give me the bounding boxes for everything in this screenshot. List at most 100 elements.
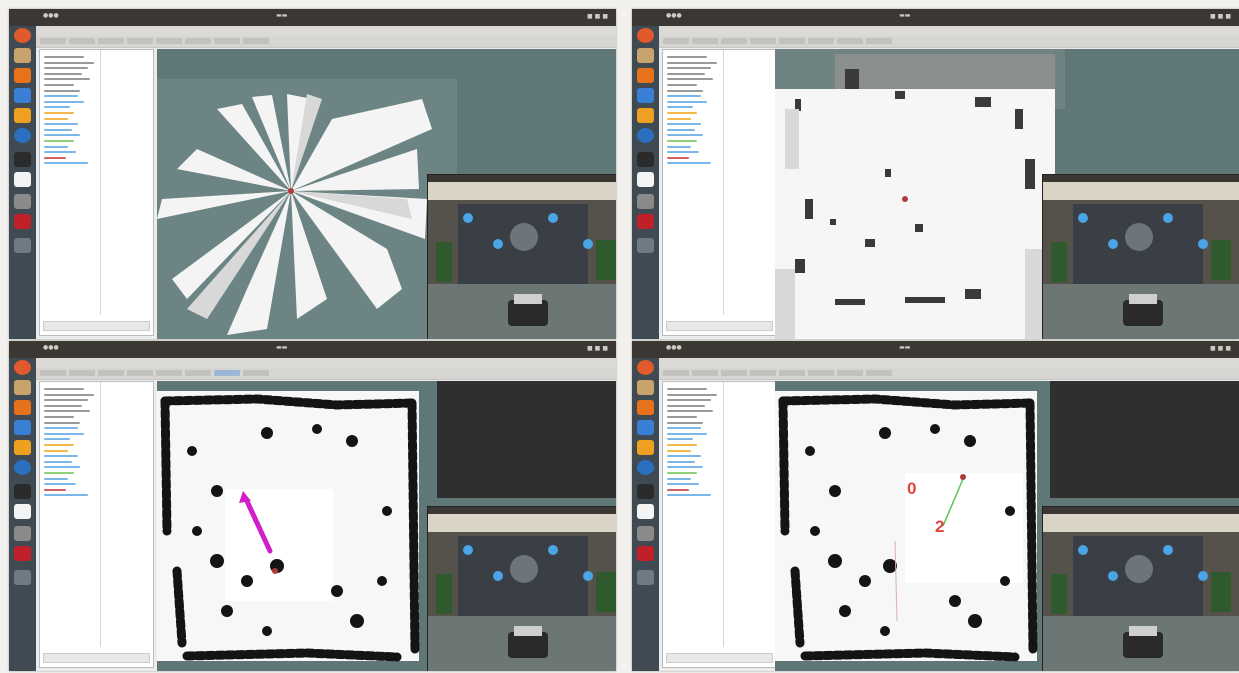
toolbar-move-camera-button[interactable] <box>692 370 718 376</box>
rviz-3d-view[interactable] <box>775 49 1239 339</box>
camera-image-window[interactable] <box>427 174 616 339</box>
toolbar-2d-nav-goal-button[interactable] <box>837 370 863 376</box>
text-editor-icon[interactable] <box>637 172 654 187</box>
browser-icon[interactable] <box>14 420 31 435</box>
toolbar-focus-button[interactable] <box>127 38 153 44</box>
software-icon[interactable] <box>14 440 31 455</box>
app-icon[interactable] <box>637 214 654 229</box>
rviz-3d-view[interactable] <box>157 49 616 339</box>
app-icon[interactable] <box>14 214 31 229</box>
system-tray[interactable]: ■■■ <box>587 345 610 352</box>
toolbar-select-button[interactable] <box>721 370 747 376</box>
toolbar-2d-nav-goal-button[interactable] <box>214 370 240 376</box>
toolbar-select-button[interactable] <box>98 370 124 376</box>
rviz-3d-view[interactable] <box>157 381 616 671</box>
terminal-icon[interactable] <box>637 152 654 167</box>
toolbar-select-button[interactable] <box>98 38 124 44</box>
trash-icon[interactable] <box>637 238 654 253</box>
trash-icon[interactable] <box>637 570 654 585</box>
toolbar-publish-point-button[interactable] <box>866 38 892 44</box>
toolbar-select-button[interactable] <box>721 38 747 44</box>
firefox-icon[interactable] <box>637 400 654 415</box>
toolbar-interact-button[interactable] <box>40 370 66 376</box>
displays-buttons[interactable] <box>666 321 773 331</box>
toolbar-publish-point-button[interactable] <box>243 370 269 376</box>
software-icon[interactable] <box>14 108 31 123</box>
toolbar-2d-nav-goal-button[interactable] <box>214 38 240 44</box>
software-icon[interactable] <box>637 108 654 123</box>
toolbar-interact-button[interactable] <box>40 38 66 44</box>
toolbar-2d-nav-goal-button[interactable] <box>837 38 863 44</box>
files-icon[interactable] <box>637 380 654 395</box>
firefox-icon[interactable] <box>14 68 31 83</box>
toolbar-2d-pose-button[interactable] <box>185 38 211 44</box>
ubuntu-dash-icon[interactable] <box>14 360 31 375</box>
trash-icon[interactable] <box>14 238 31 253</box>
text-editor-icon[interactable] <box>14 172 31 187</box>
files-icon[interactable] <box>14 48 31 63</box>
activities-menu[interactable]: ●●● <box>43 344 59 351</box>
network-icon[interactable] <box>637 460 654 475</box>
displays-buttons[interactable] <box>43 653 150 663</box>
displays-tree[interactable] <box>44 56 104 168</box>
terminal-icon[interactable] <box>637 484 654 499</box>
network-icon[interactable] <box>14 128 31 143</box>
settings-icon[interactable] <box>637 526 654 541</box>
rviz-3d-view[interactable]: 0 2 <box>775 381 1239 671</box>
toolbar-2d-pose-button[interactable] <box>185 370 211 376</box>
settings-icon[interactable] <box>637 194 654 209</box>
network-icon[interactable] <box>637 128 654 143</box>
activities-menu[interactable]: ●●● <box>43 12 59 19</box>
displays-buttons[interactable] <box>666 653 773 663</box>
activities-menu[interactable]: ●●● <box>666 344 682 351</box>
software-icon[interactable] <box>637 440 654 455</box>
ubuntu-dash-icon[interactable] <box>637 360 654 375</box>
settings-icon[interactable] <box>14 526 31 541</box>
displays-tree[interactable] <box>667 388 727 500</box>
firefox-icon[interactable] <box>14 400 31 415</box>
text-editor-icon[interactable] <box>14 504 31 519</box>
rviz-menubar[interactable] <box>36 358 616 368</box>
toolbar-measure-button[interactable] <box>156 38 182 44</box>
files-icon[interactable] <box>14 380 31 395</box>
app-icon[interactable] <box>14 546 31 561</box>
rviz-menubar[interactable] <box>36 26 616 36</box>
ubuntu-dash-icon[interactable] <box>637 28 654 43</box>
browser-icon[interactable] <box>637 88 654 103</box>
displays-tree[interactable] <box>44 388 104 500</box>
toolbar-publish-point-button[interactable] <box>866 370 892 376</box>
rviz-menubar[interactable] <box>659 26 1239 36</box>
toolbar-move-camera-button[interactable] <box>69 38 95 44</box>
browser-icon[interactable] <box>637 420 654 435</box>
settings-icon[interactable] <box>14 194 31 209</box>
terminal-icon[interactable] <box>14 484 31 499</box>
app-icon[interactable] <box>637 546 654 561</box>
toolbar-measure-button[interactable] <box>779 370 805 376</box>
camera-image-window[interactable] <box>1042 506 1239 671</box>
camera-image-window[interactable] <box>1042 174 1239 339</box>
toolbar-focus-button[interactable] <box>750 38 776 44</box>
toolbar-focus-button[interactable] <box>127 370 153 376</box>
toolbar-2d-pose-button[interactable] <box>808 38 834 44</box>
network-icon[interactable] <box>14 460 31 475</box>
toolbar-interact-button[interactable] <box>663 38 689 44</box>
toolbar-focus-button[interactable] <box>750 370 776 376</box>
camera-image-window[interactable] <box>427 506 616 671</box>
firefox-icon[interactable] <box>637 68 654 83</box>
activities-menu[interactable]: ●●● <box>666 12 682 19</box>
toolbar-2d-pose-button[interactable] <box>808 370 834 376</box>
toolbar-measure-button[interactable] <box>779 38 805 44</box>
displays-tree[interactable] <box>667 56 727 168</box>
toolbar-publish-point-button[interactable] <box>243 38 269 44</box>
system-tray[interactable]: ■■■ <box>1210 345 1233 352</box>
ubuntu-dash-icon[interactable] <box>14 28 31 43</box>
browser-icon[interactable] <box>14 88 31 103</box>
rviz-menubar[interactable] <box>659 358 1239 368</box>
toolbar-interact-button[interactable] <box>663 370 689 376</box>
toolbar-measure-button[interactable] <box>156 370 182 376</box>
toolbar-move-camera-button[interactable] <box>692 38 718 44</box>
displays-buttons[interactable] <box>43 321 150 331</box>
terminal-icon[interactable] <box>14 152 31 167</box>
files-icon[interactable] <box>637 48 654 63</box>
trash-icon[interactable] <box>14 570 31 585</box>
